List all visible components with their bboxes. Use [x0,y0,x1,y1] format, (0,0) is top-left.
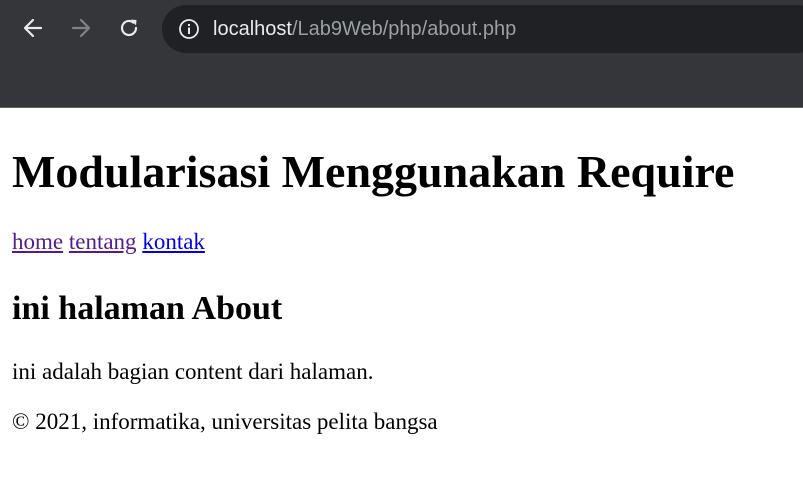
page-content: Modularisasi Menggunakan Require home te… [0,109,803,497]
arrow-left-icon [23,18,43,38]
nav-link-tentang[interactable]: tentang [69,229,137,254]
browser-toolbar: localhost/Lab9Web/php/about.php [0,0,803,56]
url-text[interactable]: localhost/Lab9Web/php/about.php [213,18,516,40]
address-bar[interactable]: localhost/Lab9Web/php/about.php [162,5,803,53]
section-title: ini halaman About [12,290,283,327]
page-nav: home tentang kontak [12,227,205,257]
arrow-right-icon [71,18,91,38]
browser-chrome: localhost/Lab9Web/php/about.php [0,0,803,108]
url-host: localhost [213,18,292,40]
forward-button[interactable] [65,12,97,44]
nav-link-kontak[interactable]: kontak [142,229,205,254]
info-icon[interactable] [178,18,200,40]
reload-icon [120,19,138,37]
footer-text: © 2021, informatika, universitas pelita … [12,409,438,434]
toolbar-strip [0,56,803,107]
page-title: Modularisasi Menggunakan Require [12,146,735,197]
reload-button[interactable] [113,12,145,44]
content-text: ini adalah bagian content dari halaman. [12,359,374,384]
back-button[interactable] [17,12,49,44]
url-path: /Lab9Web/php/about.php [291,18,517,40]
nav-link-home[interactable]: home [12,229,63,254]
